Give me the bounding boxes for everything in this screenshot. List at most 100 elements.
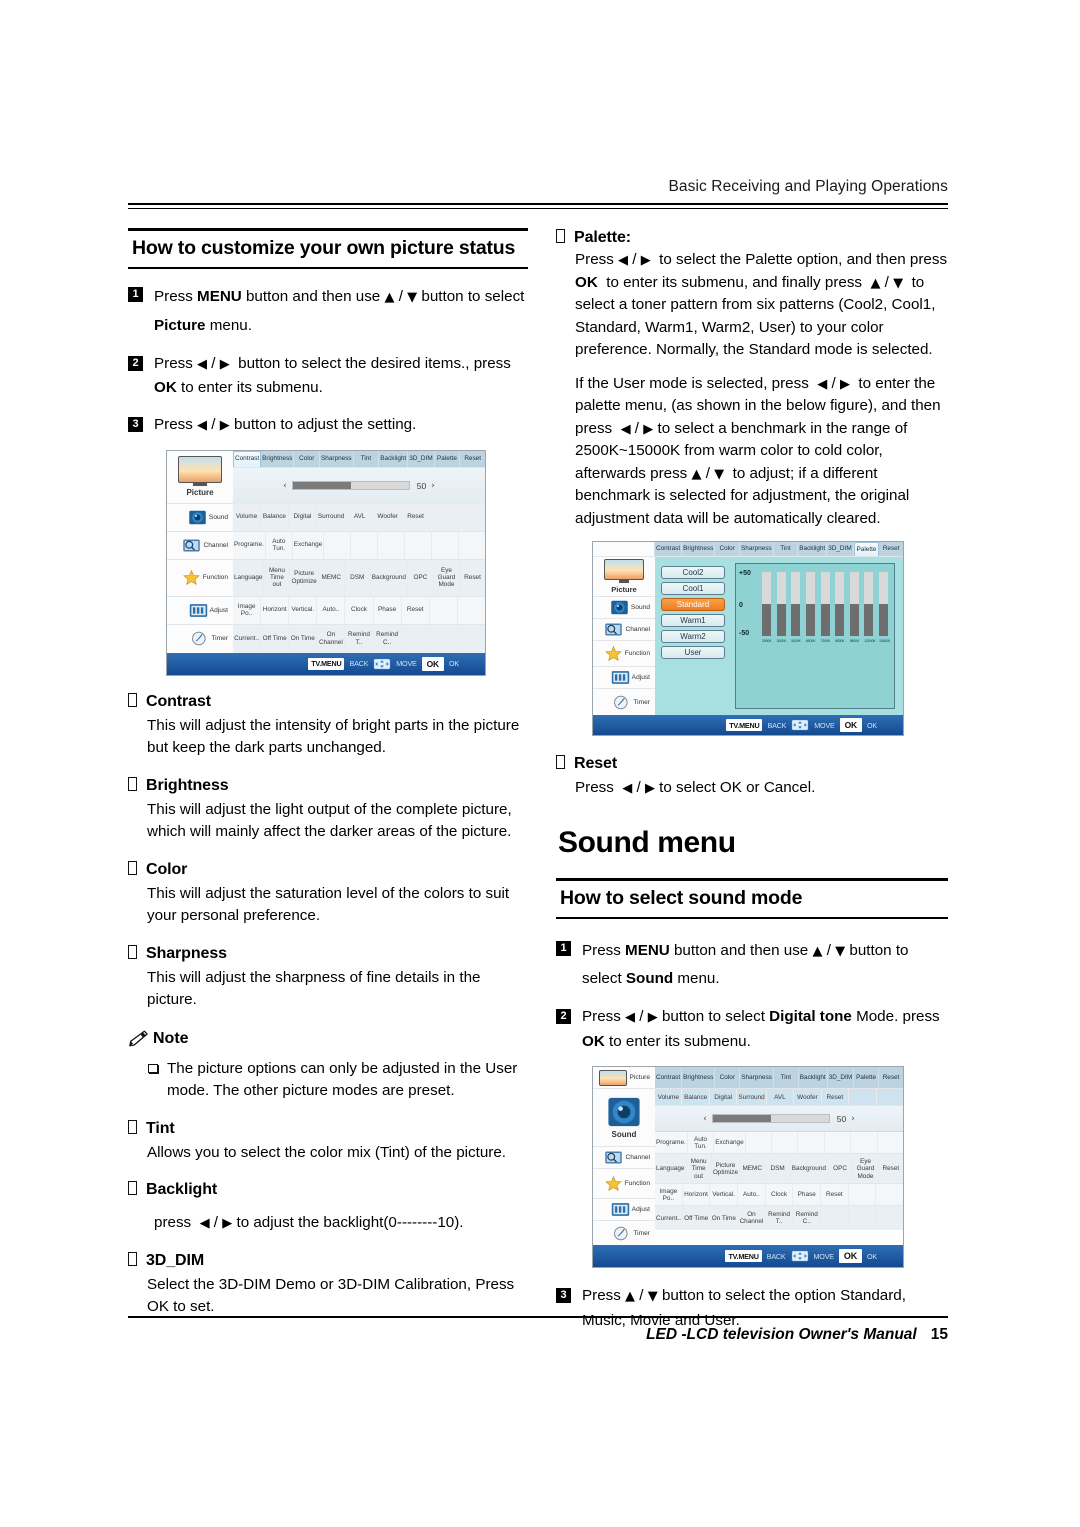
osd-key-tvmenu[interactable]: TV.MENU (726, 719, 763, 731)
osd-cell-sound-5[interactable]: Woofer (374, 503, 403, 531)
osd-tab-color[interactable]: Color (294, 450, 321, 467)
osd-cell-timer-4[interactable]: Remind T.. (345, 624, 374, 653)
osd-cell-sound-4[interactable]: AVL (346, 503, 375, 531)
osd-cell-timer-0[interactable]: Current.. (233, 624, 262, 653)
osd-tab-digital[interactable]: Digital (710, 1089, 738, 1106)
osd-tab-brightness[interactable]: Brightness (261, 450, 295, 467)
slider-left-arrow[interactable]: ‹ (283, 481, 287, 491)
osd-cell-function-7[interactable]: Eye Guard Mode (853, 1154, 879, 1184)
osd-tab-sharpness[interactable]: Sharpness (740, 542, 774, 556)
osd-cell-timer-0[interactable]: Current.. (655, 1206, 683, 1231)
osd-tab-palette[interactable]: Palette (854, 1067, 880, 1089)
osd-tab-backlight[interactable]: Backlight (379, 450, 409, 467)
osd-tab-brightness[interactable]: Brightness (682, 542, 716, 556)
osd-cell-function-8[interactable]: Reset (879, 1154, 903, 1183)
osd-cell-function-3[interactable]: MEMC (319, 559, 345, 596)
osd-key-tvmenu[interactable]: TV.MENU (725, 1250, 762, 1263)
osd-cell-adjust-6[interactable]: Reset (821, 1184, 849, 1206)
osd-tab-contrast[interactable]: Contrast (233, 450, 262, 467)
sidebar-item-timer[interactable]: Timer (593, 689, 655, 715)
osd-cell-function-6[interactable]: OPC (408, 559, 434, 596)
osd-cell-channel-0[interactable]: Programe. (655, 1132, 688, 1154)
sidebar-item-timer[interactable]: Timer (593, 1221, 655, 1246)
sidebar-item-function[interactable]: Function (593, 1169, 655, 1200)
osd-tab-backlight[interactable]: Backlight (799, 1067, 828, 1089)
palette-preset-user[interactable]: User (661, 646, 725, 659)
osd-cell-function-0[interactable]: Language (655, 1154, 687, 1184)
bar-6500k[interactable] (805, 572, 815, 636)
palette-preset-warm2[interactable]: Warm2 (661, 630, 725, 643)
osd-tab-3d-dim[interactable]: 3D_DIM (828, 1067, 855, 1089)
palette-preset-cool2[interactable]: Cool2 (661, 566, 725, 579)
osd-tab-palette[interactable]: Palette (435, 450, 461, 467)
bar-8500k[interactable] (835, 572, 845, 636)
osd-tab-sharpness[interactable]: Sharpness (320, 450, 354, 467)
osd-cell-sound-2[interactable]: Digital (289, 503, 317, 531)
osd-tab-sharpness[interactable]: Sharpness (740, 1067, 774, 1089)
osd-cell-timer-1[interactable]: Off Time (261, 624, 290, 653)
osd-cell-function-0[interactable]: Language (233, 559, 265, 596)
osd-tab-color[interactable]: Color (715, 1067, 741, 1089)
osd-cell-timer-2[interactable]: On Time (289, 624, 318, 653)
osd-cell-channel-2[interactable]: Exchange (714, 1132, 746, 1154)
sidebar-item-function[interactable]: Function (167, 559, 233, 597)
osd-cell-function-2[interactable]: Picture Optimize (712, 1154, 741, 1184)
osd-cell-function-4[interactable]: DSM (765, 1154, 791, 1184)
osd-tab-reset[interactable]: Reset (822, 1089, 850, 1106)
osd-cell-function-7[interactable]: Eye Guard Mode (434, 559, 460, 596)
osd-cell-adjust-6[interactable]: Reset (402, 596, 430, 624)
osd-tab-tint[interactable]: Tint (354, 450, 380, 467)
osd-tab-3d-dim[interactable]: 3D_DIM (827, 542, 854, 556)
sidebar-item-picture[interactable]: Picture (593, 1067, 655, 1090)
osd-cell-function-8[interactable]: Reset (460, 560, 485, 596)
osd-tab-backlight[interactable]: Backlight (798, 542, 828, 556)
bar-3000k[interactable] (776, 572, 786, 636)
osd-cell-adjust-3[interactable]: Auto.. (317, 596, 346, 624)
osd-cell-function-5[interactable]: Background (791, 1154, 828, 1184)
osd-tab-surround[interactable]: Surround (737, 1089, 767, 1106)
osd-contrast-slider[interactable]: ‹ 50 › (233, 467, 485, 504)
osd-cell-timer-3[interactable]: On Channel (317, 624, 346, 653)
sidebar-item-timer[interactable]: Timer (167, 624, 233, 653)
bar-5000k[interactable] (791, 572, 801, 636)
slider-right-arrow[interactable]: › (431, 481, 435, 491)
osd-cell-function-6[interactable]: OPC (828, 1154, 854, 1184)
palette-preset-standard[interactable]: Standard (661, 598, 725, 611)
osd-cell-timer-3[interactable]: On Channel (738, 1206, 766, 1231)
slider-left-arrow[interactable]: ‹ (703, 1114, 707, 1124)
sidebar-item-adjust[interactable]: Adjust (167, 596, 233, 625)
osd-tab-brightness[interactable]: Brightness (682, 1067, 716, 1089)
sidebar-item-channel[interactable]: Channel (593, 1147, 655, 1170)
osd-cell-function-3[interactable]: MEMC (740, 1154, 766, 1184)
osd-tab-tint[interactable]: Tint (774, 1067, 799, 1089)
osd-cell-sound-6[interactable]: Reset (402, 503, 431, 531)
osd-cell-adjust-4[interactable]: Clock (766, 1184, 794, 1206)
osd-cell-function-2[interactable]: Picture Optimize (290, 559, 319, 596)
slider-track[interactable] (291, 481, 410, 491)
osd-tab-volume[interactable]: Volume (655, 1089, 683, 1106)
osd-cell-sound-0[interactable]: Volume (233, 503, 261, 531)
palette-preset-warm1[interactable]: Warm1 (661, 614, 725, 627)
bar-12000k[interactable] (864, 572, 874, 636)
slider-track[interactable] (711, 1114, 830, 1124)
osd-cell-timer-5[interactable]: Remind C.. (793, 1206, 822, 1231)
osd-tab-color[interactable]: Color (715, 542, 741, 556)
osd-tab-reset[interactable]: Reset (879, 542, 903, 556)
osd-tab-woofer[interactable]: Woofer (794, 1089, 822, 1106)
osd-cell-channel-1[interactable]: Auto Tun. (688, 1132, 715, 1154)
osd-tab-contrast[interactable]: Contrast (655, 542, 683, 556)
osd-cell-adjust-0[interactable]: Image Po.. (655, 1184, 683, 1206)
osd-key-ok[interactable]: OK (839, 718, 862, 732)
bar-2500k[interactable] (762, 572, 771, 636)
osd-cell-function-5[interactable]: Background (371, 559, 408, 596)
palette-preset-cool1[interactable]: Cool1 (661, 582, 725, 595)
sidebar-item-picture[interactable]: Picture (167, 450, 233, 504)
sidebar-item-adjust[interactable]: Adjust (593, 1199, 655, 1222)
osd-tab-balance[interactable]: Balance (682, 1089, 710, 1106)
osd-tab-reset[interactable]: Reset (879, 1067, 903, 1088)
osd-cell-adjust-1[interactable]: Horizont (261, 596, 290, 624)
osd-key-ok[interactable]: OK (838, 1249, 862, 1264)
osd-tab-3d-dim[interactable]: 3D_DIM (408, 450, 435, 467)
osd-cell-channel-2[interactable]: Exchange (293, 531, 325, 559)
sidebar-item-sound[interactable]: Sound (167, 503, 233, 532)
